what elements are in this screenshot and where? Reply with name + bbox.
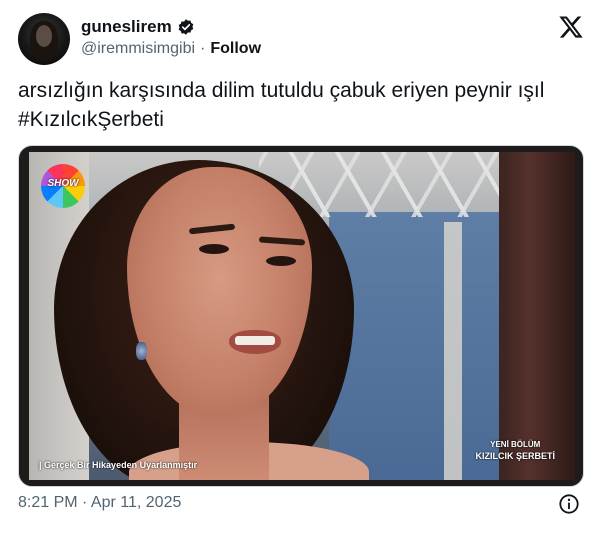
tv-screen: SHOW | Gerçek Bir Hikayeden Uyarlanmıştı…	[29, 152, 575, 480]
author-name-row: guneslirem	[81, 17, 195, 37]
verified-badge-icon	[178, 19, 193, 35]
author-display-name[interactable]: guneslirem	[81, 17, 172, 37]
follow-button[interactable]: Follow	[210, 40, 261, 58]
separator-dot: ·	[200, 40, 206, 57]
info-icon[interactable]	[558, 493, 580, 515]
eye-right	[266, 256, 296, 266]
show-tv-logo-text: SHOW	[47, 178, 79, 189]
x-logo-icon[interactable]	[558, 14, 584, 40]
avatar[interactable]	[18, 13, 70, 65]
background-pillar	[444, 222, 462, 480]
tweet-text: arsızlığın karşısında dilim tutuldu çabu…	[18, 76, 578, 134]
earring	[136, 342, 147, 360]
teeth	[235, 336, 275, 345]
avatar-face	[36, 25, 52, 47]
background-person-silhouette	[499, 152, 575, 480]
broadcast-caption-left: | Gerçek Bir Hikayeden Uyarlanmıştır	[39, 460, 198, 470]
new-episode-label: YENİ BÖLÜM	[490, 440, 541, 449]
eye-left	[199, 244, 229, 254]
series-title-label: KIZILCIK ŞERBETİ	[475, 451, 555, 461]
tweet-timestamp[interactable]: 8:21 PM · Apr 11, 2025	[18, 494, 181, 512]
hashtag-link[interactable]: #KızılcıkŞerbeti	[18, 105, 578, 134]
tweet-media-image[interactable]: SHOW | Gerçek Bir Hikayeden Uyarlanmıştı…	[18, 145, 584, 487]
broadcast-caption-right: YENİ BÖLÜM KIZILCIK ŞERBETİ	[475, 440, 555, 461]
author-handle-row: @iremmisimgibi · Follow	[81, 40, 261, 58]
tweet-text-line: arsızlığın karşısında dilim tutuldu çabu…	[18, 79, 545, 102]
author-handle[interactable]: @iremmisimgibi	[81, 40, 195, 58]
show-tv-logo: SHOW	[41, 164, 85, 208]
